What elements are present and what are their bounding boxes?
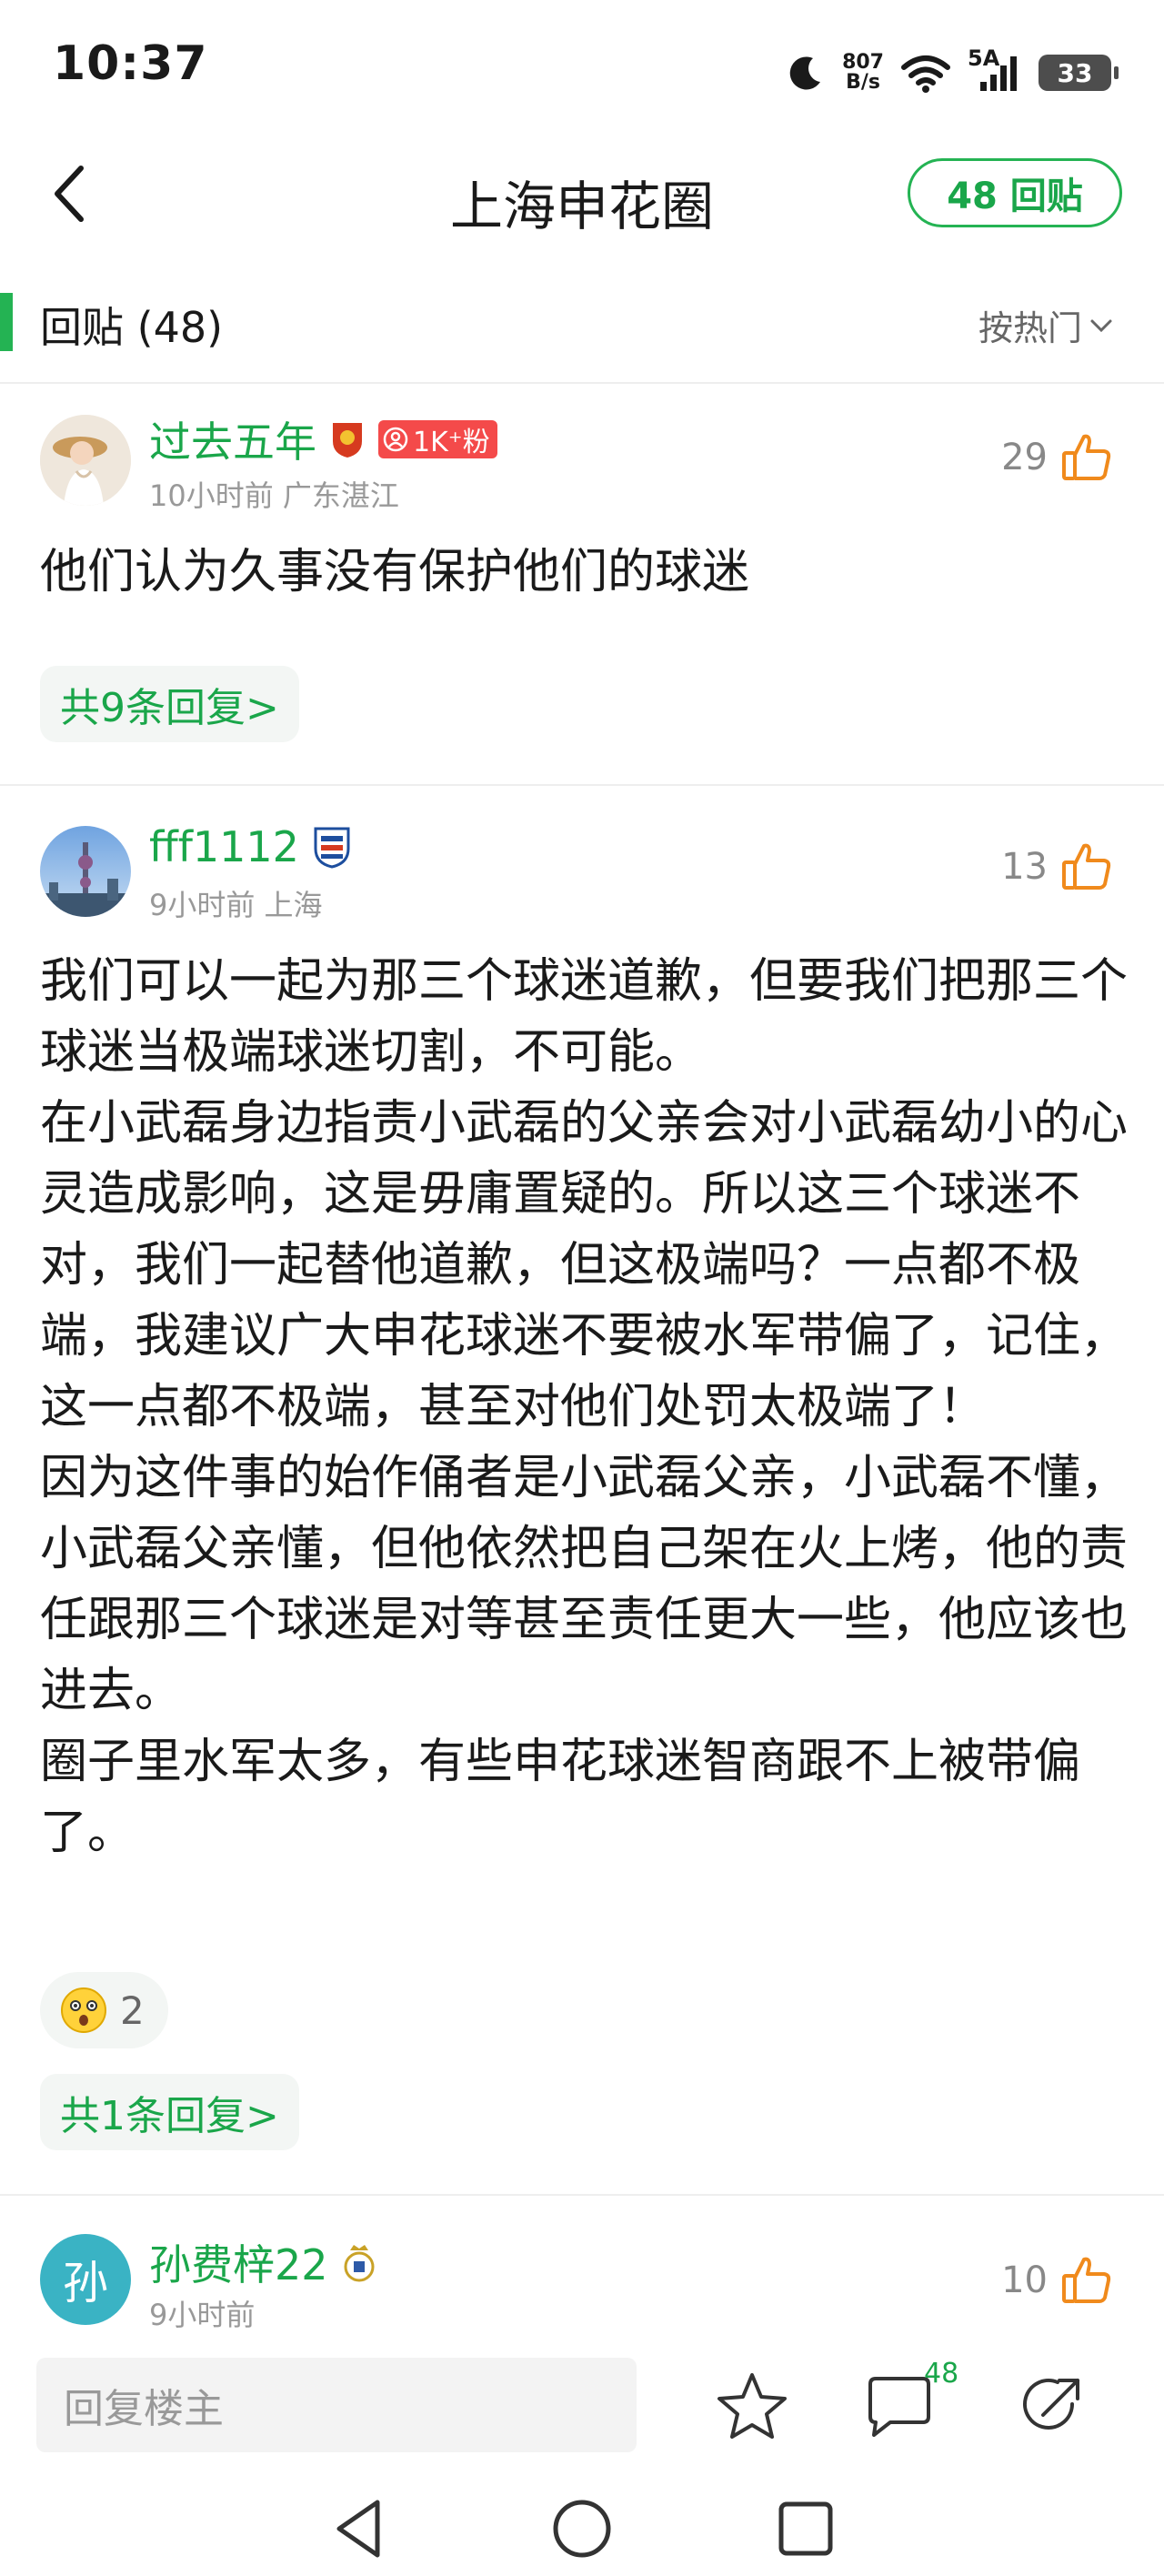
section-title: 回贴 (48): [40, 303, 224, 352]
user-icon: [383, 427, 408, 452]
avatar[interactable]: [40, 826, 131, 917]
share-icon: [1023, 2379, 1079, 2430]
reaction-count: 2: [120, 1987, 145, 2033]
reply-count-button[interactable]: 48 回贴: [908, 158, 1122, 227]
reply-bottom-bar: 回复楼主 48: [0, 2338, 1164, 2474]
user-name-row[interactable]: 过去五年 1K⁺粉: [149, 409, 497, 469]
network-speed: 807 B/s: [842, 51, 884, 94]
replies-section-header: 回贴 (48) 按热门: [0, 287, 1164, 360]
top-header: 上海申花圈 48 回贴: [0, 136, 1164, 255]
team-badge-icon: [333, 423, 362, 458]
user-photo-icon: [40, 826, 131, 917]
reply-input[interactable]: 回复楼主: [36, 2358, 637, 2452]
circle-home-icon: [553, 2500, 611, 2558]
user-name-row[interactable]: fff1112: [149, 822, 352, 871]
shocked-emoji-icon: [61, 1987, 106, 2033]
avatar[interactable]: 孙: [40, 2234, 131, 2325]
like-button[interactable]: 10: [1001, 2254, 1113, 2307]
user-name-row[interactable]: 孙费梓22: [149, 2232, 377, 2292]
user-name[interactable]: 过去五年: [149, 409, 316, 469]
avatar[interactable]: [40, 415, 131, 506]
reply-post: 孙 孙费梓22 9小时前 10: [0, 2194, 1164, 2338]
like-button[interactable]: 13: [1001, 840, 1113, 893]
status-time: 10:37: [53, 36, 208, 91]
view-replies-button[interactable]: 共1条回复>: [40, 2074, 299, 2150]
view-replies-button[interactable]: 共9条回复>: [40, 666, 299, 742]
comment-count: 48: [924, 2358, 959, 2390]
user-name[interactable]: fff1112: [149, 822, 299, 871]
wifi-icon: [901, 55, 950, 93]
like-count: 10: [1001, 2259, 1048, 2301]
avatar-initial: 孙: [63, 2257, 108, 2309]
thumbs-up-icon: [1062, 2257, 1111, 2303]
team-badge-icon: [314, 827, 350, 869]
nav-recents-button[interactable]: [769, 2492, 842, 2565]
fan-badge: 1K⁺粉: [378, 420, 497, 458]
post-body: 他们认为久事没有保护他们的球迷: [40, 545, 750, 599]
like-count: 13: [1001, 846, 1048, 888]
post-meta: 9小时前: [149, 2298, 256, 2332]
nav-home-button[interactable]: [546, 2492, 618, 2565]
triangle-back-icon: [336, 2500, 380, 2558]
system-nav-bar: [0, 2474, 1164, 2576]
battery-indicator: 33: [1039, 55, 1119, 91]
chevron-down-icon: [1090, 319, 1112, 332]
sort-dropdown[interactable]: 按热门: [978, 300, 1113, 350]
favorite-button[interactable]: [711, 2365, 793, 2447]
post-body: 我们可以一起为那三个球迷道歉，但要我们把那三个球迷当极端球迷切割，不可能。 在小…: [40, 954, 1129, 1860]
square-recents-icon: [778, 2501, 833, 2556]
user-name[interactable]: 孙费梓22: [149, 2232, 328, 2292]
thumbs-up-icon: [1062, 434, 1111, 480]
status-bar: 10:37 807 B/s 5A 33: [0, 0, 1164, 136]
sort-label: 按热门: [978, 308, 1082, 348]
status-icons: 807 B/s 5A 33: [786, 45, 1119, 100]
user-photo-icon: [40, 415, 131, 506]
post-meta: 9小时前 上海: [149, 888, 323, 922]
reaction-button[interactable]: 2: [40, 1972, 168, 2048]
star-icon: [717, 2373, 787, 2439]
nav-back-button[interactable]: [322, 2492, 395, 2565]
signal-icon: [980, 56, 1017, 91]
like-count: 29: [1001, 437, 1048, 478]
like-button[interactable]: 29: [1001, 431, 1113, 484]
cellular-signal: 5A: [968, 45, 1022, 93]
moon-icon: [789, 56, 821, 90]
reply-post: fff1112 9小时前 上海 13 我们可以一起为那三个球迷道歉，但要我们把那…: [0, 784, 1164, 2192]
team-badge-icon: [344, 2245, 375, 2282]
reply-post: 过去五年 1K⁺粉 10小时前 广东湛江 29 他们认为久事没有保护他们的球迷 …: [0, 382, 1164, 782]
post-meta: 10小时前 广东湛江: [149, 478, 399, 513]
share-button[interactable]: [1011, 2365, 1093, 2447]
section-accent-bar: [0, 293, 13, 351]
thumbs-up-icon: [1062, 843, 1111, 890]
